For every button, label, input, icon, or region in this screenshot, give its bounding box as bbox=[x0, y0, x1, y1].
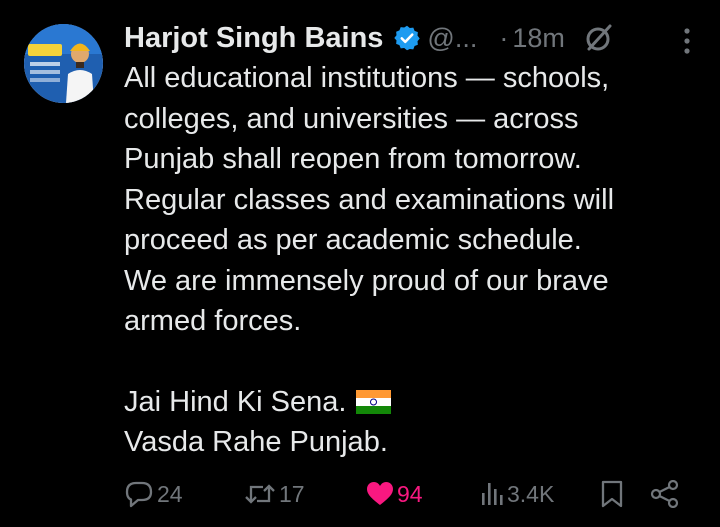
share-button[interactable] bbox=[650, 474, 680, 514]
verified-badge-icon bbox=[393, 24, 421, 52]
views-button[interactable]: 3.4K bbox=[480, 474, 554, 514]
bookmark-button[interactable] bbox=[600, 474, 624, 514]
share-icon bbox=[650, 480, 679, 508]
action-bar: 24 17 94 3.4K bbox=[124, 474, 694, 514]
author-handle[interactable]: @... bbox=[427, 23, 477, 54]
tweet-text-line: proceed as per academic schedule. bbox=[124, 224, 582, 256]
tweet-text-line: armed forces. bbox=[124, 305, 302, 337]
view-count: 3.4K bbox=[507, 480, 555, 507]
author-name[interactable]: Harjot Singh Bains bbox=[124, 22, 383, 55]
tweet-card[interactable]: Harjot Singh Bains @... · 18m All educat… bbox=[0, 0, 720, 527]
bookmark-icon bbox=[601, 480, 623, 508]
analytics-icon bbox=[482, 483, 503, 505]
reply-button[interactable]: 24 bbox=[124, 474, 183, 514]
reply-icon bbox=[125, 481, 153, 508]
tweet-text-line: We are immensely proud of our brave bbox=[124, 264, 609, 297]
like-button[interactable]: 94 bbox=[366, 474, 423, 514]
tweet-text-line: All educational institutions — schools, bbox=[124, 62, 610, 94]
tweet-text-line: Jai Hind Ki Sena. bbox=[124, 385, 347, 418]
india-flag-icon bbox=[356, 385, 392, 414]
repost-count: 17 bbox=[279, 480, 305, 507]
avatar-image bbox=[24, 24, 103, 103]
tweet-text: All educational institutions — schools, … bbox=[124, 58, 704, 463]
repost-button[interactable]: 17 bbox=[244, 474, 305, 514]
separator-dot: · bbox=[499, 22, 509, 53]
repost-icon bbox=[245, 484, 275, 504]
timestamp[interactable]: 18m bbox=[512, 23, 565, 54]
reply-count: 24 bbox=[157, 480, 183, 507]
tweet-text-line: Punjab shall reopen from tomorrow. bbox=[124, 143, 582, 175]
author-avatar[interactable] bbox=[24, 24, 103, 103]
more-options-icon[interactable] bbox=[682, 26, 692, 56]
heart-icon bbox=[367, 482, 393, 505]
tweet-text-line: Vasda Rahe Punjab. bbox=[124, 426, 388, 458]
tweet-text-line: colleges, and universities — across bbox=[124, 102, 579, 135]
tweet-header: Harjot Singh Bains @... · 18m bbox=[124, 18, 700, 58]
grok-icon[interactable] bbox=[583, 22, 615, 54]
tweet-text-line: Regular classes and examinations will bbox=[124, 183, 615, 216]
like-count: 94 bbox=[397, 480, 423, 507]
